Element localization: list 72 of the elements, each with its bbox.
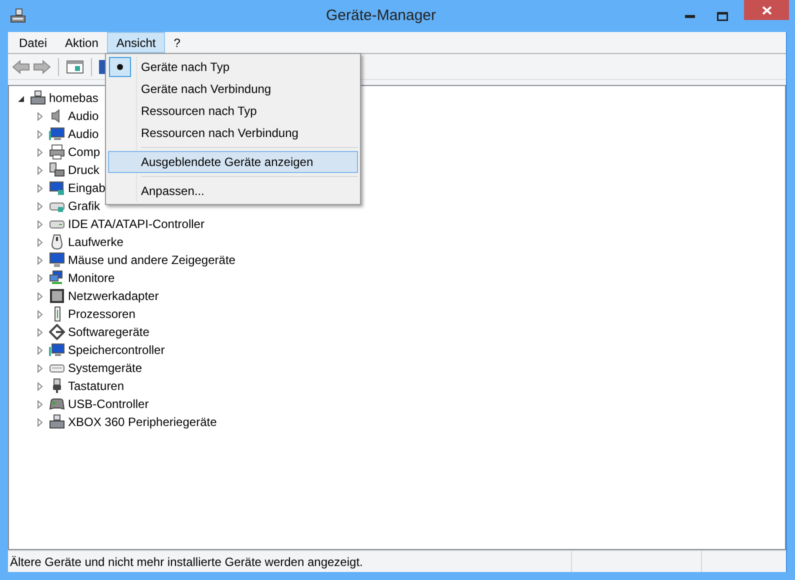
device-icon [49, 414, 65, 430]
device-icon [49, 252, 65, 268]
tree-item[interactable]: Monitore [68, 269, 115, 287]
expand-arrow-icon[interactable] [36, 184, 44, 192]
device-icon [49, 234, 65, 250]
collapse-arrow-icon[interactable] [17, 94, 25, 102]
close-icon [762, 6, 772, 14]
device-icon [49, 396, 65, 412]
menu-option[interactable]: Geräte nach Typ [108, 56, 358, 78]
expand-arrow-icon[interactable] [36, 148, 44, 156]
tree-item[interactable]: Systemgeräte [68, 359, 142, 377]
tree-item[interactable]: Speichercontroller [68, 341, 165, 359]
tree-item[interactable]: Laufwerke [68, 233, 124, 251]
expand-arrow-icon[interactable] [36, 364, 44, 372]
tree-item[interactable]: Eingab [68, 179, 106, 197]
close-button[interactable] [744, 0, 789, 20]
menu-item[interactable]: Ansicht [107, 32, 165, 53]
expand-arrow-icon[interactable] [36, 130, 44, 138]
menu-option[interactable]: Geräte nach Verbindung [108, 78, 358, 100]
device-icon [49, 270, 65, 286]
tree-item[interactable]: Prozessoren [68, 305, 136, 323]
window-title: Geräte-Manager [326, 6, 436, 26]
tree-item[interactable]: Grafik [68, 197, 100, 215]
tree-item[interactable]: Tastaturen [68, 377, 124, 395]
expand-arrow-icon[interactable] [36, 310, 44, 318]
expand-arrow-icon[interactable] [36, 256, 44, 264]
tree-item[interactable]: XBOX 360 Peripheriegeräte [68, 413, 217, 431]
device-icon [49, 324, 65, 340]
tree-item[interactable]: Audio [68, 125, 99, 143]
tree-item[interactable]: USB-Controller [68, 395, 149, 413]
menu-item[interactable]: ? [164, 32, 190, 53]
status-text: Ältere Geräte und nicht mehr installierte Geräte werden angezeigt. [9, 554, 364, 570]
expand-arrow-icon[interactable] [36, 382, 44, 390]
expand-arrow-icon[interactable] [36, 328, 44, 336]
menu-option[interactable]: Ressourcen nach Verbindung [108, 122, 358, 144]
menu-option[interactable]: Ressourcen nach Typ [108, 100, 358, 122]
device-icon [49, 162, 65, 178]
menu-option[interactable]: Ausgeblendete Geräte anzeigen [108, 151, 358, 173]
tree-item[interactable]: Netzwerkadapter [68, 287, 159, 305]
expand-arrow-icon[interactable] [36, 346, 44, 354]
tree-item[interactable]: Comp [68, 143, 100, 161]
device-icon [49, 144, 65, 160]
expand-arrow-icon[interactable] [36, 166, 44, 174]
expand-arrow-icon[interactable] [36, 292, 44, 300]
tree-item[interactable]: homebas [49, 89, 98, 107]
expand-arrow-icon[interactable] [36, 418, 44, 426]
back-arrow-icon[interactable] [12, 58, 30, 74]
tree-item[interactable]: Mäuse und andere Zeigegeräte [68, 251, 236, 269]
device-list-icon[interactable] [99, 58, 105, 74]
device-icon [49, 288, 65, 304]
minimize-icon [685, 14, 695, 18]
forward-arrow-icon[interactable] [33, 58, 51, 74]
tree-item[interactable]: Druck [68, 161, 100, 179]
properties-window-icon[interactable] [66, 58, 84, 74]
computer-icon [10, 8, 26, 24]
expand-arrow-icon[interactable] [36, 112, 44, 120]
tree-item[interactable]: Softwaregeräte [68, 323, 150, 341]
expand-arrow-icon[interactable] [36, 274, 44, 282]
expand-arrow-icon[interactable] [36, 238, 44, 246]
expand-arrow-icon[interactable] [36, 202, 44, 210]
menu-item[interactable]: Aktion [56, 32, 108, 53]
expand-arrow-icon[interactable] [36, 220, 44, 228]
maximize-icon [716, 12, 728, 20]
tree-item[interactable]: IDE ATA/ATAPI-Controller [68, 215, 204, 233]
device-icon [30, 90, 46, 106]
tree-item[interactable]: Audio [68, 107, 99, 125]
device-icon [49, 126, 65, 142]
menu-option[interactable]: Anpassen... [108, 180, 358, 202]
expand-arrow-icon[interactable] [36, 400, 44, 408]
device-icon [49, 180, 65, 196]
device-icon [49, 342, 65, 358]
menu-item[interactable]: Datei [10, 32, 56, 53]
